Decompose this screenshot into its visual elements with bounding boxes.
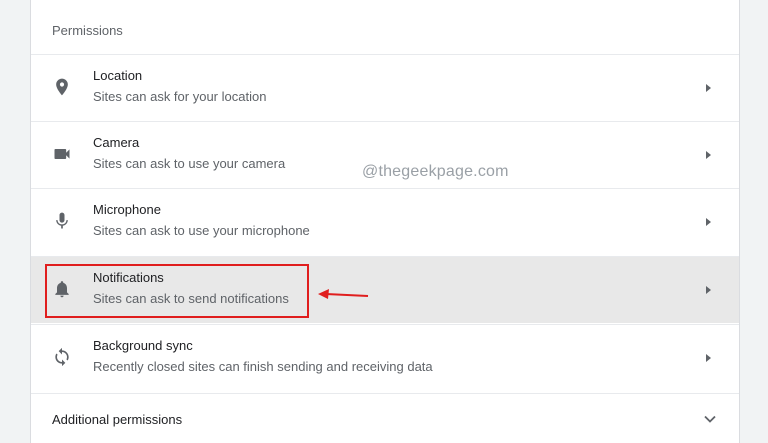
location-pin-icon: [56, 78, 68, 96]
watermark: @thegeekpage.com: [362, 163, 509, 180]
annotation-highlight-box: [45, 264, 309, 318]
row-title: Background sync: [93, 338, 193, 353]
row-microphone[interactable]: Microphone Sites can ask to use your mic…: [31, 188, 739, 255]
sync-icon: [55, 347, 69, 367]
permissions-card: Permissions Location Sites can ask for y…: [30, 0, 740, 443]
section-title: Permissions: [52, 23, 123, 38]
chevron-right-icon: [706, 354, 711, 362]
row-title: Location: [93, 68, 143, 83]
chevron-right-icon: [706, 84, 711, 92]
additional-permissions-row[interactable]: Additional permissions: [31, 393, 739, 443]
row-background-sync[interactable]: Background sync Recently closed sites ca…: [31, 324, 739, 391]
chevron-right-icon: [706, 218, 711, 226]
row-location[interactable]: Location Sites can ask for your location: [31, 54, 739, 121]
row-subtitle: Sites can ask to use your camera: [93, 156, 286, 171]
camera-icon: [54, 149, 70, 159]
chevron-right-icon: [706, 286, 711, 294]
additional-permissions-label: Additional permissions: [52, 412, 183, 427]
microphone-icon: [56, 212, 68, 229]
row-title: Microphone: [93, 202, 161, 217]
annotation-arrow-icon: [318, 289, 369, 299]
row-subtitle: Recently closed sites can finish sending…: [93, 359, 433, 374]
row-subtitle: Sites can ask for your location: [93, 89, 267, 104]
chevron-down-icon: [704, 415, 716, 423]
row-subtitle: Sites can ask to use your microphone: [93, 223, 310, 238]
row-title: Camera: [93, 135, 140, 150]
chevron-right-icon: [706, 151, 711, 159]
